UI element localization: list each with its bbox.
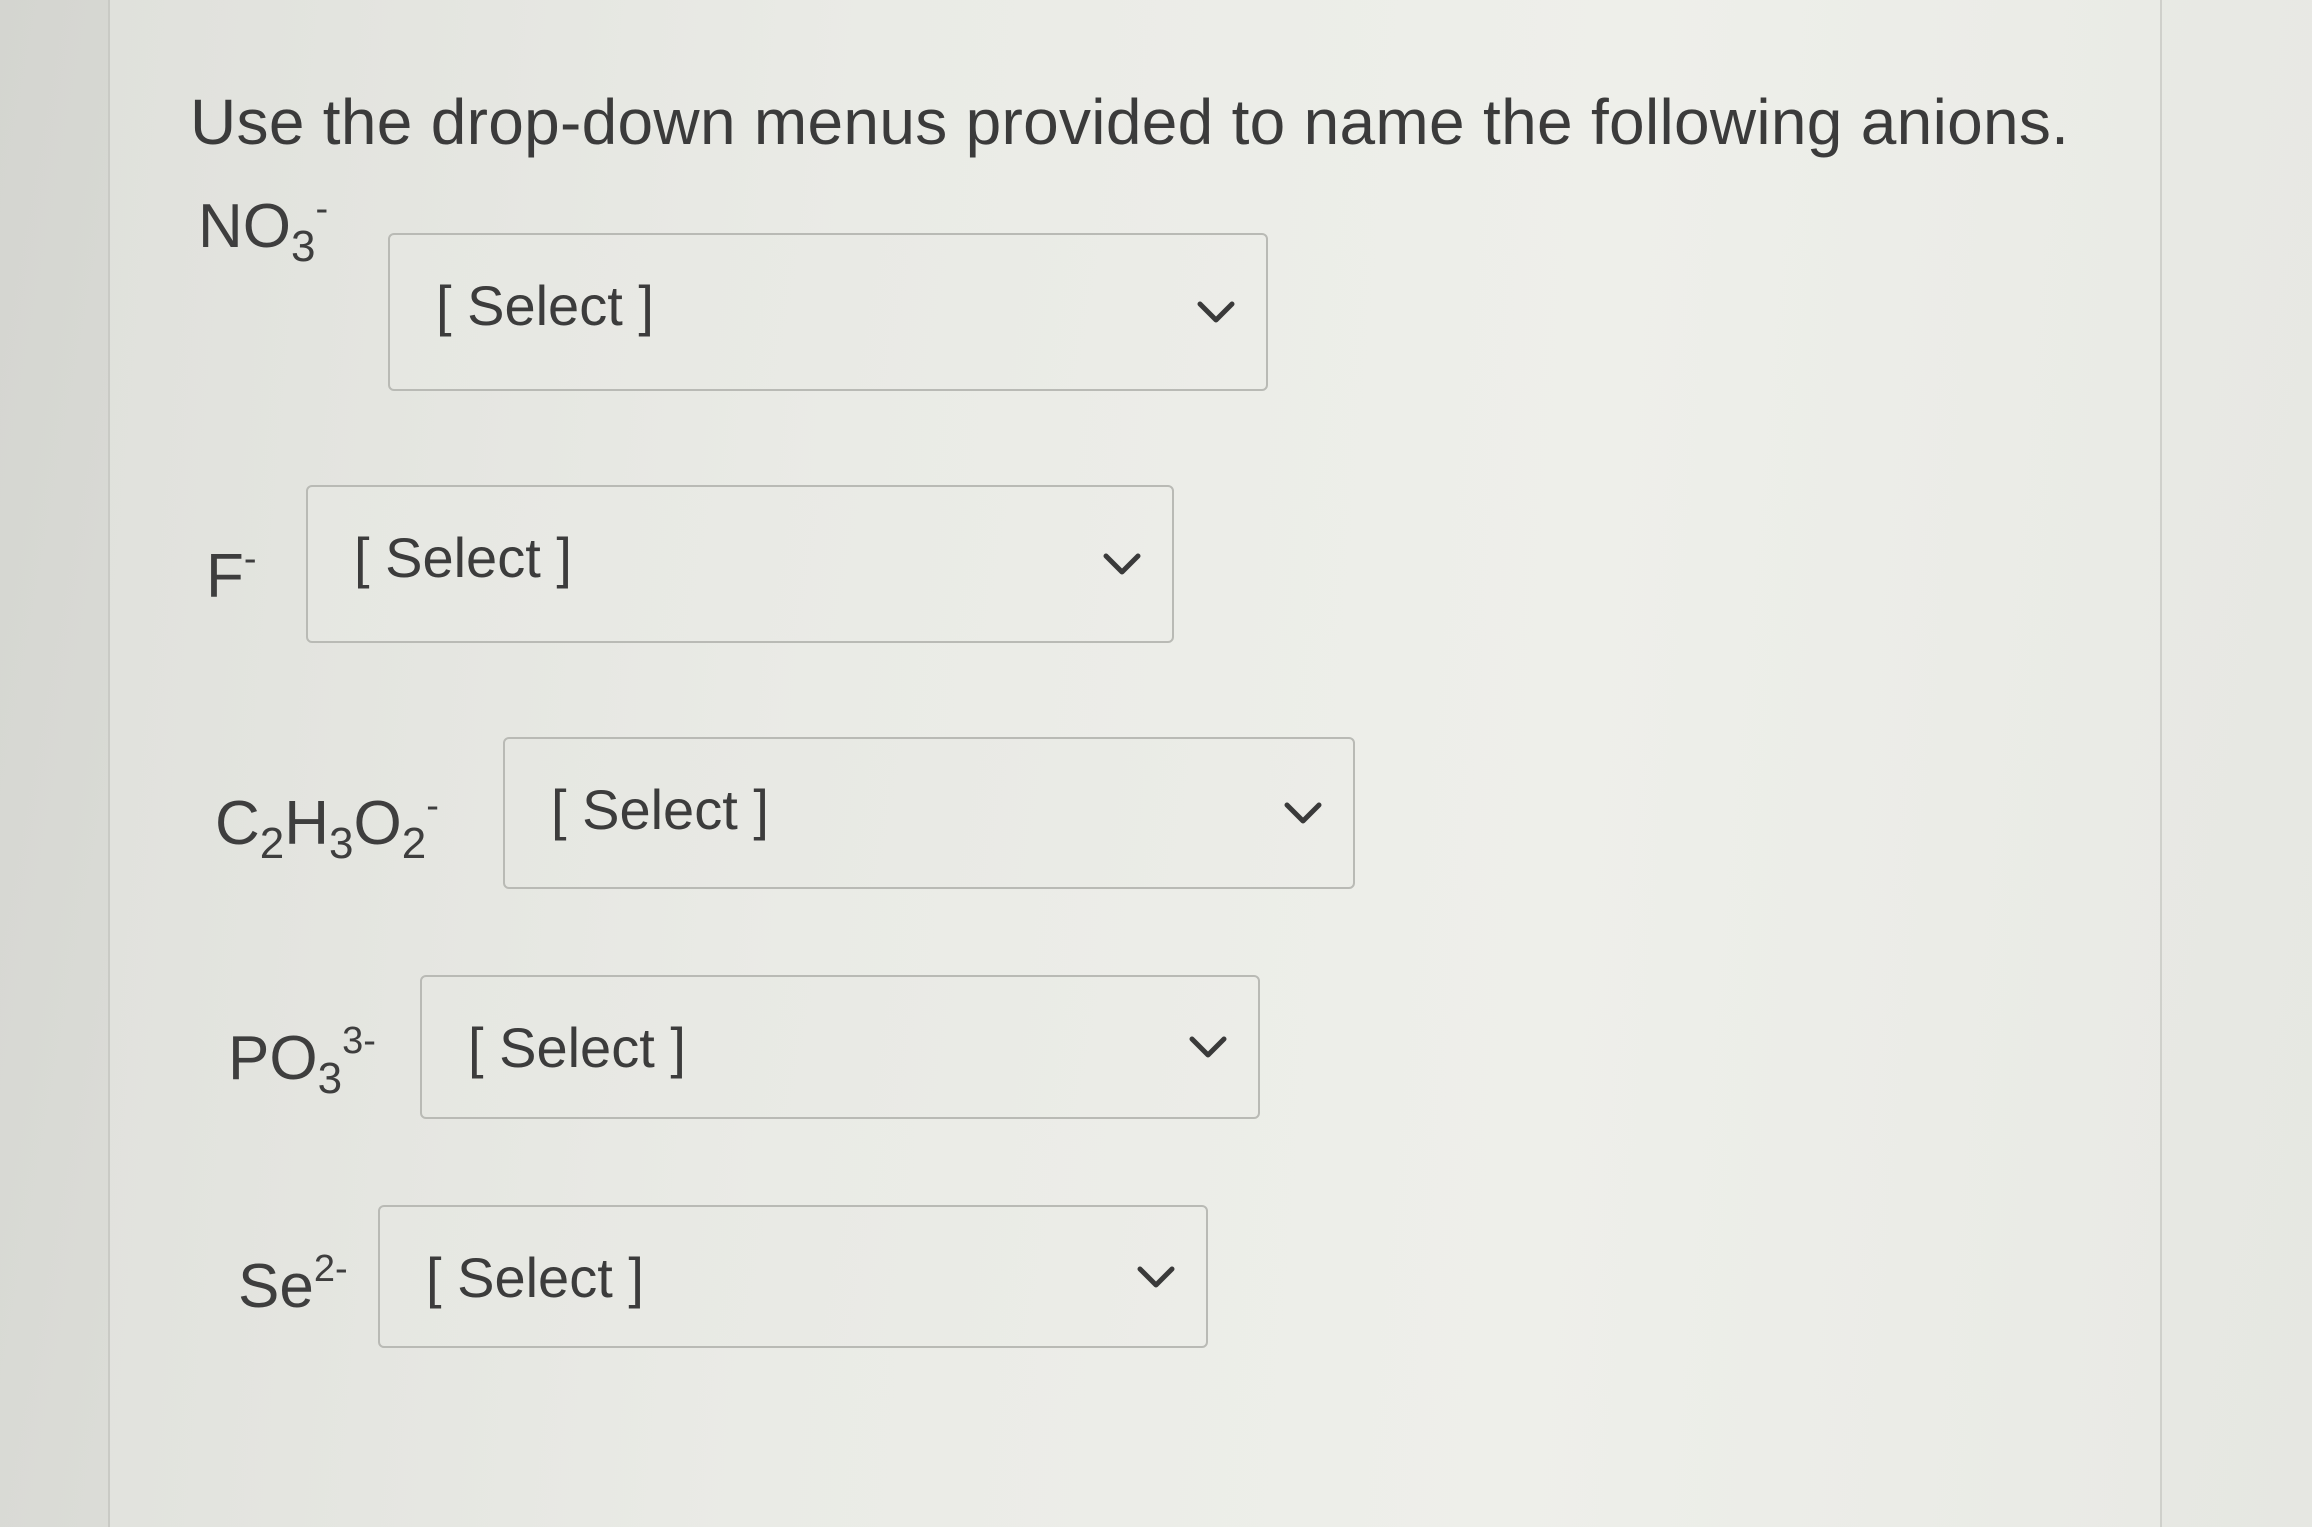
question-prompt: Use the drop-down menus provided to name… (190, 86, 2070, 158)
select-value: [ Select ] (426, 1246, 644, 1309)
anion-select-2[interactable]: [ Select ] (306, 485, 1174, 643)
select-value: [ Select ] (436, 274, 654, 337)
anion-label-fluoride: F- (206, 538, 257, 611)
anion-label-selenide: Se2- (238, 1248, 348, 1321)
anion-select-4[interactable]: [ Select ] (420, 975, 1260, 1119)
anion-label-acetate: C2H3O2- (215, 785, 439, 868)
anion-label-nitrate: NO3- (198, 188, 329, 271)
anion-select-3[interactable]: [ Select ] (503, 737, 1355, 889)
anion-select-5[interactable]: [ Select ] (378, 1205, 1208, 1348)
chevron-down-icon (1284, 802, 1322, 824)
chevron-down-icon (1103, 553, 1141, 575)
select-value: [ Select ] (354, 526, 572, 589)
anion-label-phosphite: PO33- (228, 1020, 376, 1103)
anion-select-1[interactable]: [ Select ] (388, 233, 1268, 391)
chevron-down-icon (1137, 1266, 1175, 1287)
select-value: [ Select ] (468, 1016, 686, 1079)
select-value: [ Select ] (551, 778, 769, 841)
screen-background: Use the drop-down menus provided to name… (0, 0, 2312, 1527)
chevron-down-icon (1197, 301, 1235, 323)
chevron-down-icon (1189, 1036, 1227, 1058)
